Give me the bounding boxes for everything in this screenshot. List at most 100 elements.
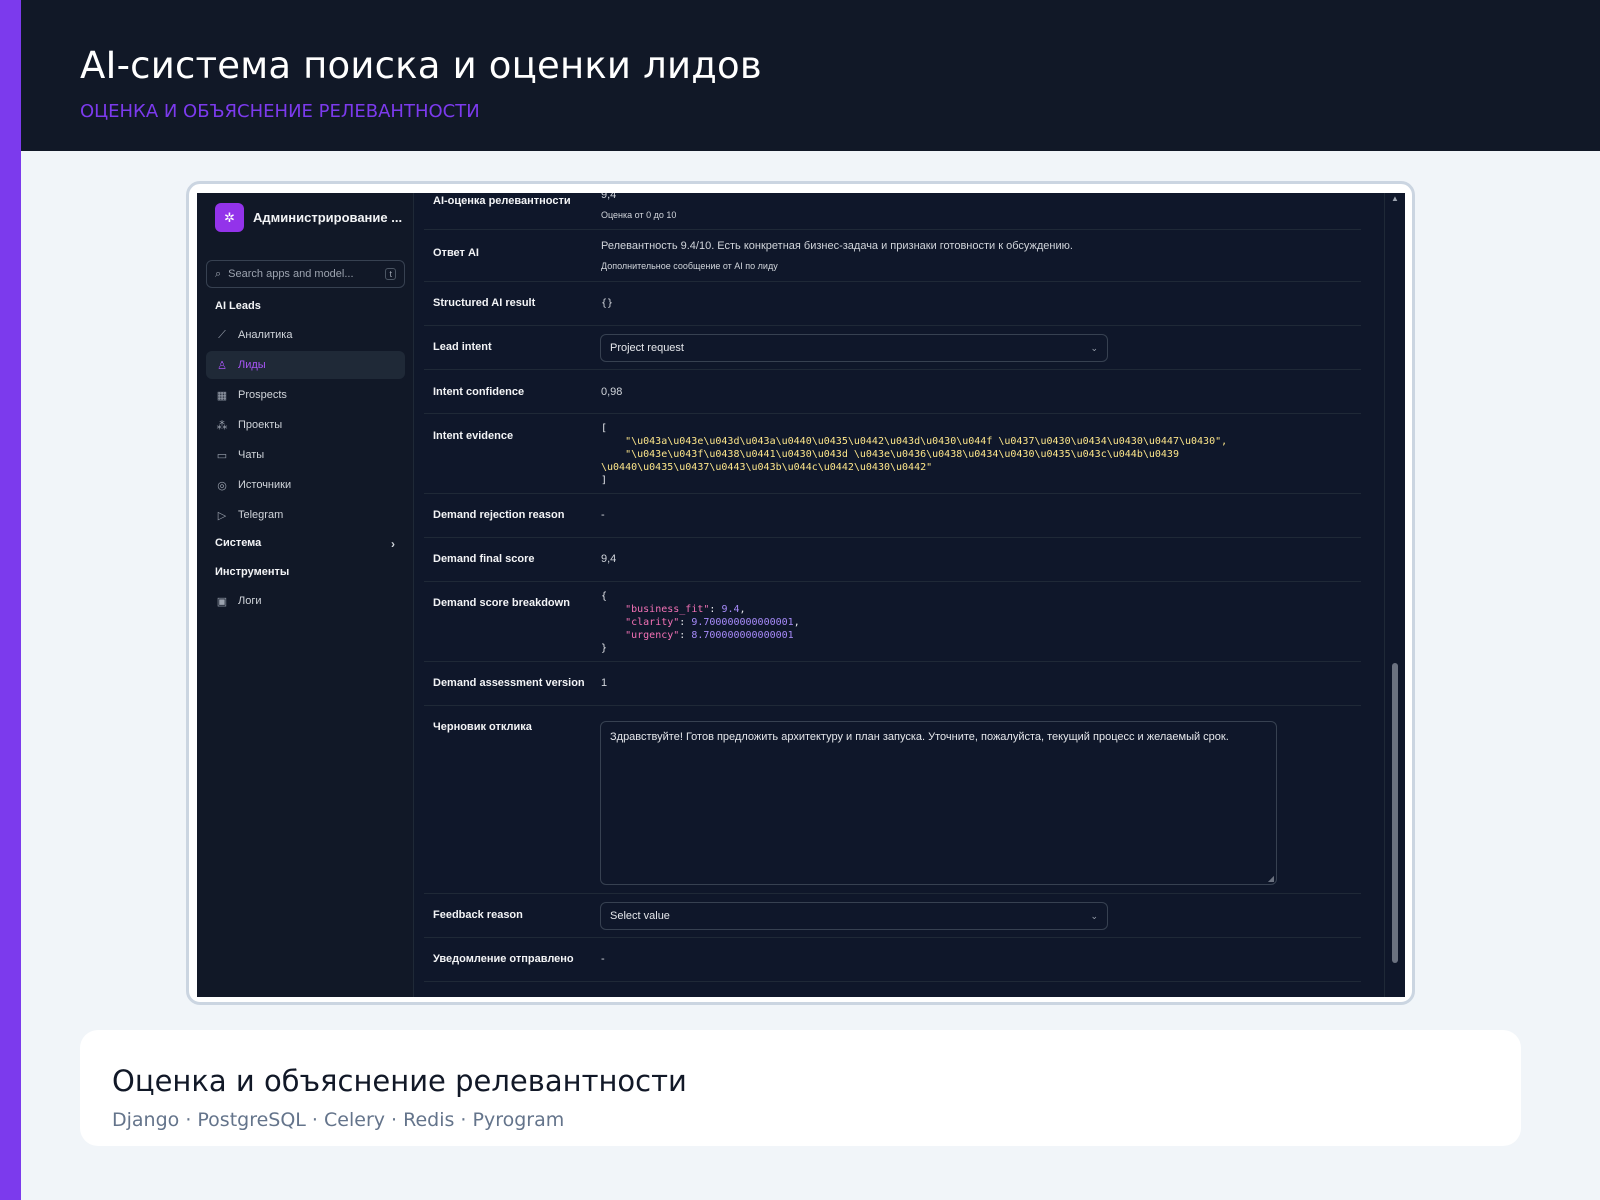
draft-label: Черновик отклика	[433, 721, 532, 733]
structured-label: Structured AI result	[433, 297, 536, 309]
ai-answer-label: Ответ AI	[433, 247, 479, 259]
caption-card: Оценка и объяснение релевантности Django…	[80, 1030, 1521, 1146]
chevron-down-icon: ⌄	[1090, 910, 1098, 921]
sidebar-item-label: Telegram	[238, 509, 284, 521]
caption-tech-stack: Django · PostgreSQL · Celery · Redis · P…	[112, 1109, 565, 1131]
search-input[interactable]: ⌕ Search apps and model... t	[206, 260, 405, 288]
notified-label: Уведомление отправлено	[433, 953, 574, 965]
intent-evidence-value: [ "\u043a\u043e\u043d\u043a\u0440\u0435\…	[601, 422, 1227, 487]
rejection-label: Demand rejection reason	[433, 509, 565, 521]
json-key: "clarity"	[625, 617, 680, 628]
send-icon: ▷	[217, 509, 227, 522]
ai-score-value: 9,4	[601, 193, 617, 201]
sidebar-item-label: Аналитика	[238, 329, 293, 341]
nav-group-system[interactable]: Система ›	[215, 537, 395, 551]
page-subtitle: ОЦЕНКА И ОБЪЯСНЕНИЕ РЕЛЕВАНТНОСТИ	[80, 101, 480, 122]
json-key: "business_fit"	[625, 604, 710, 615]
rejection-value: -	[601, 509, 605, 521]
structured-value: {}	[601, 298, 614, 309]
chevron-down-icon: ⌄	[1090, 342, 1098, 353]
row-feedback-reason: Feedback reason Select value ⌄	[424, 894, 1361, 938]
intent-confidence-value: 0,98	[601, 386, 623, 398]
row-structured-result: Structured AI result {}	[424, 282, 1361, 326]
json-key: "urgency"	[625, 630, 680, 641]
sidebar-item-telegram[interactable]: ▷ Telegram	[206, 501, 405, 529]
notified-value: -	[601, 953, 605, 965]
hero-header: AI-система поиска и оценки лидов ОЦЕНКА …	[21, 0, 1600, 151]
json-entry: "business_fit": 9.4,	[625, 604, 746, 615]
sidebar-item-analytics[interactable]: ⟋ Аналитика	[206, 321, 405, 349]
row-notification-sent: Уведомление отправлено -	[424, 938, 1361, 982]
sidebar-item-label: Prospects	[238, 389, 287, 401]
sidebar-item-label: Лиды	[238, 359, 266, 371]
row-intent-confidence: Intent confidence 0,98	[424, 370, 1361, 414]
sidebar-item-label: Чаты	[238, 449, 265, 461]
lead-intent-label: Lead intent	[433, 341, 492, 353]
sidebar: ✲ Администрирование ... ⌕ Search apps an…	[197, 193, 414, 997]
json-entry: "urgency": 8.700000000000001	[625, 630, 794, 641]
json-sep: ,	[793, 617, 800, 628]
nav-group-tools: Инструменты	[215, 566, 290, 578]
sidebar-item-prospects[interactable]: ▦ Prospects	[206, 381, 405, 409]
scrollbar[interactable]: ▲	[1384, 193, 1405, 997]
row-assessment-version: Demand assessment version 1	[424, 662, 1361, 706]
chevron-right-icon: ›	[391, 537, 395, 551]
json-bracket-open: [	[601, 423, 608, 434]
json-string: \u0440\u0435\u0437\u0443\u043b\u044c\u04…	[601, 462, 933, 473]
nav-group-ai-leads: AI Leads	[215, 300, 261, 312]
json-bracket-close: ]	[601, 475, 608, 486]
nodes-icon: ⁂	[216, 419, 228, 432]
draft-reply-textarea[interactable]: Здравствуйте! Готов предложить архитекту…	[600, 721, 1277, 885]
row-rejection-reason: Demand rejection reason -	[424, 494, 1361, 538]
scroll-up-icon[interactable]: ▲	[1391, 194, 1399, 203]
sidebar-item-logs[interactable]: ▣ Логи	[206, 587, 405, 615]
feedback-label: Feedback reason	[433, 909, 523, 921]
accent-bar	[0, 0, 21, 1200]
feedback-reason-select[interactable]: Select value ⌄	[600, 902, 1108, 930]
gear-icon: ✲	[215, 203, 244, 232]
breakdown-value: { "business_fit": 9.4, "clarity": 9.7000…	[601, 590, 800, 655]
json-sep: ,	[739, 604, 746, 615]
sidebar-item-chats[interactable]: ▭ Чаты	[206, 441, 405, 469]
final-score-label: Demand final score	[433, 553, 535, 565]
caption-title: Оценка и объяснение релевантности	[112, 1064, 687, 1098]
row-final-score: Demand final score 9,4	[424, 538, 1361, 582]
resize-handle-icon[interactable]: ◢	[1268, 874, 1274, 883]
ai-score-hint: Оценка от 0 до 10	[601, 210, 677, 220]
intent-confidence-label: Intent confidence	[433, 386, 525, 398]
scrollbar-thumb[interactable]	[1392, 663, 1398, 963]
row-lead-intent: Lead intent Project request ⌄	[424, 326, 1361, 370]
sidebar-item-sources[interactable]: ◎ Источники	[206, 471, 405, 499]
row-intent-evidence: Intent evidence [ "\u043a\u043e\u043d\u0…	[424, 414, 1361, 494]
sidebar-item-leads[interactable]: ♙ Лиды	[206, 351, 405, 379]
brand[interactable]: ✲ Администрирование ...	[215, 203, 402, 232]
search-shortcut: t	[385, 268, 396, 280]
sidebar-item-label: Проекты	[238, 419, 283, 431]
version-label: Demand assessment version	[433, 677, 585, 689]
chart-icon: ⟋	[218, 328, 226, 341]
json-number: 9.4	[721, 604, 740, 615]
row-ai-answer: Ответ AI Релевантность 9.4/10. Есть конк…	[424, 230, 1361, 282]
row-score-breakdown: Demand score breakdown { "business_fit":…	[424, 582, 1361, 662]
json-brace-close: }	[601, 643, 608, 654]
sidebar-item-projects[interactable]: ⁂ Проекты	[206, 411, 405, 439]
detail-form: AI-оценка релевантности 9,4 Оценка от 0 …	[424, 193, 1361, 997]
sidebar-item-label: Источники	[238, 479, 292, 491]
json-number: 8.700000000000001	[691, 630, 794, 641]
lead-intent-select[interactable]: Project request ⌄	[600, 334, 1108, 362]
users-icon: ♙	[217, 359, 227, 372]
nav-group-system-label: Система	[215, 537, 262, 549]
json-string: "\u043e\u043f\u0438\u0441\u0430\u043d \u…	[601, 449, 1179, 460]
breakdown-label: Demand score breakdown	[433, 597, 570, 609]
feedback-reason-value: Select value	[610, 910, 670, 922]
json-string: "\u043a\u043e\u043d\u043a\u0440\u0435\u0…	[601, 436, 1228, 447]
chat-icon: ▭	[216, 449, 228, 462]
ai-score-label: AI-оценка релевантности	[433, 195, 571, 207]
intent-evidence-label: Intent evidence	[433, 430, 514, 442]
terminal-icon: ▣	[216, 595, 228, 608]
draft-reply-text: Здравствуйте! Готов предложить архитекту…	[610, 731, 1229, 743]
json-brace-open: {	[601, 591, 608, 602]
ai-answer-value: Релевантность 9.4/10. Есть конкретная би…	[601, 240, 1073, 252]
final-score-value: 9,4	[601, 553, 617, 565]
ai-answer-hint: Дополнительное сообщение от AI по лиду	[601, 261, 778, 271]
